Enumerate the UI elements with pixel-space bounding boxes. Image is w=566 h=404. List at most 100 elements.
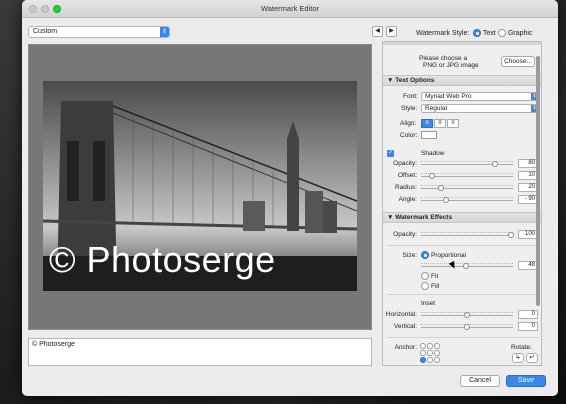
next-image-button[interactable]: ▶ [386, 26, 397, 37]
shadow-radius-value[interactable]: 20 [518, 183, 538, 192]
font-label: Font: [403, 93, 418, 100]
shadow-radius-label: Radius: [394, 184, 417, 191]
close-window-button[interactable] [29, 5, 37, 13]
image-hint-line2: PNG or JPG image [423, 62, 479, 69]
anchor-top-center[interactable] [427, 343, 433, 349]
preset-value: Custom [33, 28, 58, 35]
slider-knob[interactable] [508, 232, 514, 238]
disclosure-triangle-icon: ▼ [387, 77, 396, 84]
arrow-right-icon: ▶ [389, 28, 394, 34]
panel-scrollbar[interactable] [536, 56, 540, 306]
shadow-opacity-value[interactable]: 80 [518, 159, 538, 168]
color-swatch[interactable] [421, 131, 437, 139]
radio-icon [421, 272, 429, 280]
vertical-inset-slider[interactable] [421, 324, 513, 330]
anchor-label: Anchor: [394, 344, 417, 351]
effects-opacity-slider[interactable] [421, 232, 514, 238]
shadow-angle-slider[interactable] [421, 197, 513, 203]
rotate-label: Rotate: [511, 344, 532, 351]
divider [387, 294, 539, 295]
horizontal-inset-slider[interactable] [421, 312, 513, 318]
watermark-preview-text[interactable]: © Photoserge [49, 239, 276, 281]
minimize-window-button[interactable] [41, 5, 49, 13]
shadow-angle-value[interactable]: - 90 [518, 195, 538, 204]
disclosure-triangle-icon: ▼ [387, 214, 396, 221]
rotate-counterclockwise-icon[interactable]: ↵ [526, 353, 538, 363]
slider-knob[interactable] [463, 263, 469, 269]
effects-opacity-value[interactable]: 100 [518, 230, 538, 239]
maximize-window-button[interactable] [53, 5, 61, 13]
image-hint-line1: Please choose a [419, 55, 468, 62]
align-center-icon[interactable]: ≡ [434, 119, 446, 128]
slider-knob[interactable] [438, 185, 444, 191]
radio-icon [498, 29, 506, 37]
cancel-button[interactable]: Cancel [460, 375, 500, 387]
style-graphic-option[interactable]: Graphic [498, 29, 532, 37]
anchor-top-right[interactable] [434, 343, 440, 349]
align-label: Align: [400, 120, 417, 127]
style-select[interactable]: Regular ⇕ [421, 104, 539, 113]
radio-selected-icon [421, 251, 429, 259]
slider-knob[interactable] [492, 161, 498, 167]
watermark-text-value: © Photoserge [32, 341, 75, 348]
preview-area: © Photoserge [28, 44, 372, 330]
anchor-middle-right[interactable] [434, 350, 440, 356]
style-text-option[interactable]: Text [473, 29, 496, 37]
size-proportional-option[interactable]: Proportional [421, 251, 466, 259]
size-fill-label: Fill [430, 282, 440, 290]
align-right-icon[interactable]: ≡ [447, 119, 459, 128]
divider [387, 337, 539, 338]
anchor-grid[interactable] [420, 343, 440, 363]
save-button[interactable]: Save [506, 375, 546, 387]
align-button-group: ≡ ≡ ≡ [421, 119, 461, 128]
size-label: Size: [402, 252, 417, 259]
horizontal-inset-value[interactable]: 0 [518, 310, 538, 319]
shadow-offset-slider[interactable] [421, 173, 513, 179]
font-value: Myriad Web Pro [425, 93, 472, 100]
text-options-title: Text Options [395, 77, 435, 84]
size-slider[interactable] [421, 263, 513, 269]
style-label: Style: [401, 105, 418, 112]
anchor-center[interactable] [427, 350, 433, 356]
shadow-offset-value[interactable]: 10 [518, 171, 538, 180]
inset-label: Inset [421, 300, 436, 307]
text-options-header[interactable]: ▼ Text Options [383, 75, 541, 86]
watermark-style-label: Watermark Style: [416, 30, 470, 37]
shadow-checkbox[interactable]: ✓ [387, 150, 394, 157]
radio-icon [421, 282, 429, 290]
watermark-effects-title: Watermark Effects [395, 214, 453, 221]
slider-knob[interactable] [443, 197, 449, 203]
anchor-bottom-right[interactable] [434, 357, 440, 363]
slider-knob[interactable] [429, 173, 435, 179]
shadow-opacity-label: Opacity: [393, 160, 417, 167]
rotate-clockwise-icon[interactable]: ↳ [512, 353, 524, 363]
anchor-bottom-left[interactable] [420, 357, 426, 363]
slider-knob[interactable] [464, 324, 470, 330]
style-text-label: Text [482, 29, 496, 37]
slider-knob[interactable] [464, 312, 470, 318]
style-graphic-label: Graphic [507, 29, 533, 37]
vertical-inset-value[interactable]: 0 [518, 322, 538, 331]
chevron-updown-icon: ⇕ [160, 27, 169, 37]
anchor-top-left[interactable] [420, 343, 426, 349]
size-fit-option[interactable]: Fit [421, 272, 438, 280]
size-fill-option[interactable]: Fill [421, 282, 439, 290]
shadow-label: Shadow [421, 150, 445, 157]
preset-select[interactable]: Custom ⇕ [28, 26, 170, 38]
anchor-middle-left[interactable] [420, 350, 426, 356]
effects-opacity-label: Opacity: [393, 231, 417, 238]
shadow-opacity-slider[interactable] [421, 161, 513, 167]
watermark-text-input[interactable]: © Photoserge [28, 338, 372, 366]
font-select[interactable]: Myriad Web Pro ⇕ [421, 92, 539, 101]
size-value[interactable]: 48 [518, 261, 538, 270]
preview-photo: © Photoserge [43, 81, 357, 291]
radio-selected-icon [473, 29, 481, 37]
shadow-radius-slider[interactable] [421, 185, 513, 191]
shadow-offset-label: Offset: [397, 172, 417, 179]
watermark-effects-header[interactable]: ▼ Watermark Effects [383, 212, 541, 223]
anchor-bottom-center[interactable] [427, 357, 433, 363]
choose-image-button[interactable]: Choose... [501, 56, 535, 67]
arrow-left-icon: ◀ [375, 28, 380, 34]
previous-image-button[interactable]: ◀ [372, 26, 383, 37]
align-left-icon[interactable]: ≡ [421, 119, 433, 128]
